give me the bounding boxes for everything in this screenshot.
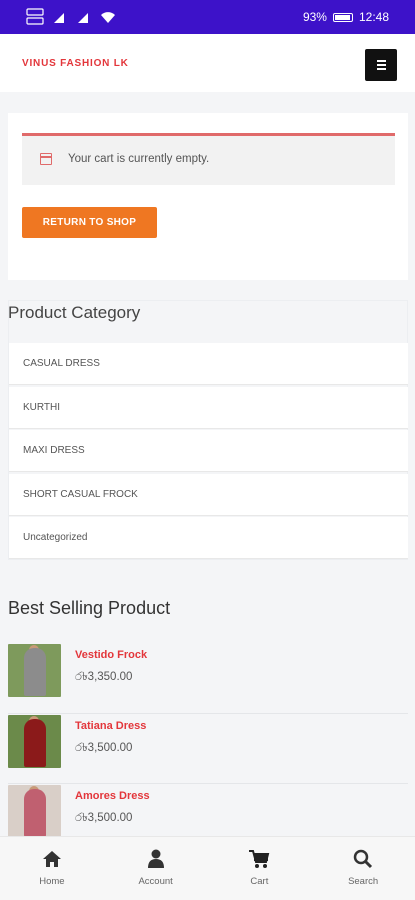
hamburger-icon [376, 60, 386, 62]
nav-account[interactable]: Account [104, 837, 208, 900]
wifi-icon [100, 11, 116, 27]
nav-label: Home [39, 876, 65, 887]
signal-icon-2 [76, 10, 94, 27]
clock: 12:48 [358, 10, 389, 24]
dress-figure [24, 718, 46, 767]
category-item[interactable]: Uncategorized [9, 517, 408, 559]
sim-icon [26, 8, 46, 29]
battery-percent: 93% [302, 10, 327, 24]
product-thumbnail[interactable] [8, 714, 61, 768]
product-row[interactable]: Vestido Frock ර৳3,350.00 [8, 643, 408, 714]
best-selling-title: Best Selling Product [8, 598, 171, 618]
menu-button[interactable] [365, 49, 397, 81]
signal-icon [52, 10, 70, 27]
nav-label: Cart [250, 876, 269, 887]
category-item[interactable]: KURTHI [9, 386, 408, 428]
status-bar: 93% 12:48 [0, 0, 415, 34]
product-price: ර৳3,500.00 [75, 741, 133, 754]
product-name[interactable]: Amores Dress [75, 790, 150, 802]
home-icon [42, 849, 62, 869]
nav-search[interactable]: Search [311, 837, 415, 900]
site-brand[interactable]: VINUS FASHION LK [22, 58, 129, 69]
dress-figure [24, 789, 46, 837]
nav-label: Account [138, 876, 173, 887]
cart-panel: Your cart is currently empty. RETURN TO … [8, 113, 408, 280]
product-name[interactable]: Tatiana Dress [75, 720, 146, 732]
product-thumbnail[interactable] [8, 644, 61, 697]
category-item[interactable]: MAXI DRESS [9, 430, 408, 472]
dress-figure [24, 648, 46, 696]
category-item[interactable]: CASUAL DRESS [9, 343, 408, 384]
battery-icon [332, 12, 353, 22]
cart-empty-notice: Your cart is currently empty. [22, 133, 395, 185]
category-item[interactable]: SHORT CASUAL FROCK [9, 473, 408, 515]
calendar-icon [40, 153, 52, 165]
product-row[interactable]: Tatiana Dress ර৳3,500.00 [8, 714, 408, 784]
category-title: Product Category [8, 303, 141, 322]
product-price: ර৳3,500.00 [75, 812, 133, 824]
category-list: CASUAL DRESS KURTHI MAXI DRESS SHORT CAS… [9, 343, 408, 561]
site-header: VINUS FASHION LK [0, 34, 415, 92]
product-thumbnail[interactable] [8, 785, 61, 838]
user-icon [147, 849, 165, 869]
nav-home[interactable]: Home [0, 837, 104, 900]
search-icon [353, 849, 373, 869]
product-name[interactable]: Vestido Frock [75, 649, 147, 661]
nav-cart[interactable]: Cart [208, 837, 312, 900]
cart-empty-message: Your cart is currently empty. [68, 153, 210, 165]
return-to-shop-button[interactable]: RETURN TO SHOP [22, 207, 157, 238]
nav-label: Search [348, 876, 379, 887]
bottom-navigation: Home Account Cart Search [0, 836, 415, 900]
product-list: Vestido Frock ර৳3,350.00 Tatiana Dress ර… [8, 643, 408, 855]
cart-icon [248, 849, 270, 869]
product-price: ර৳3,350.00 [75, 671, 133, 683]
